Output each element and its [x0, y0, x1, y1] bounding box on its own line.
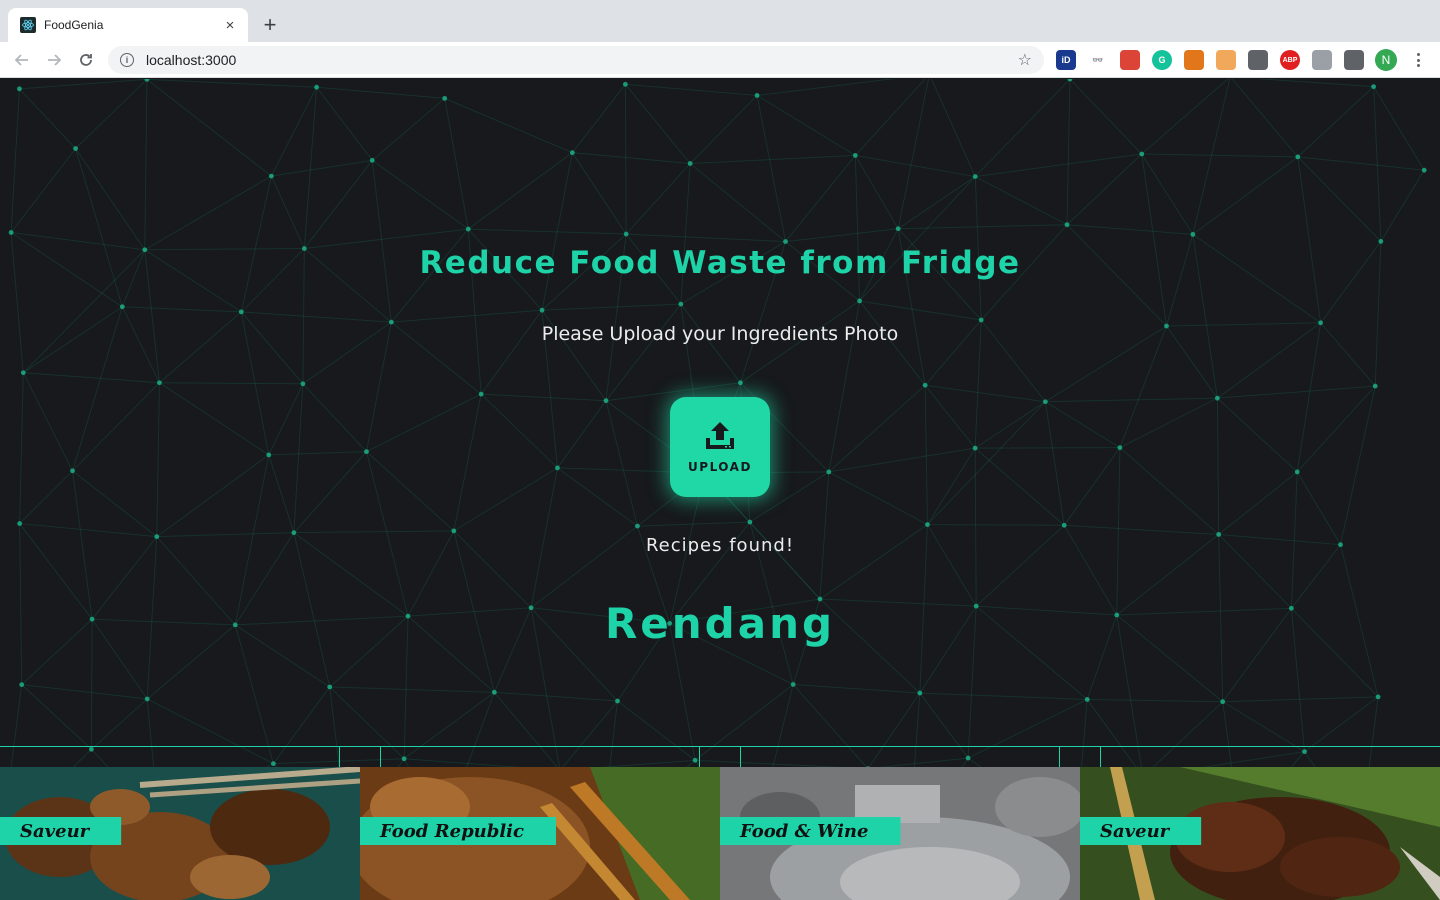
recipe-source-label: Saveur: [20, 820, 90, 842]
page-title: Reduce Food Waste from Fridge: [419, 245, 1021, 281]
recipe-source-tag: Food & Wine: [720, 817, 901, 845]
puzzle-extension-icon[interactable]: [1344, 50, 1364, 70]
divider-tick: [1059, 747, 1060, 767]
browser-tab-bar: FoodGenia × +: [0, 0, 1440, 42]
qr-extension-icon[interactable]: [1248, 50, 1268, 70]
recipe-card[interactable]: Food & Wine: [720, 767, 1080, 900]
recipe-source-label: Saveur: [1100, 820, 1170, 842]
disguise-extension-icon[interactable]: 👓: [1088, 50, 1108, 70]
grammarly-extension-icon[interactable]: G: [1152, 50, 1172, 70]
hero-section: Reduce Food Waste from Fridge Please Upl…: [0, 79, 1440, 746]
box-extension-icon[interactable]: [1216, 50, 1236, 70]
bookmark-star-icon[interactable]: ☆: [1018, 50, 1032, 70]
divider-tick: [380, 747, 381, 767]
browser-toolbar: i localhost:3000 ☆ iD 👓 G ABP N: [0, 42, 1440, 78]
recipes-found-text: Recipes found!: [645, 535, 795, 556]
upload-button-label: UPLOAD: [688, 460, 752, 474]
adblock-extension-icon[interactable]: ABP: [1280, 50, 1300, 70]
close-tab-icon[interactable]: ×: [222, 17, 238, 34]
recipe-source-label: Food & Wine: [740, 820, 869, 842]
divider-tick: [699, 747, 700, 767]
id-extension-icon[interactable]: iD: [1056, 50, 1076, 70]
bike-extension-icon[interactable]: [1312, 50, 1332, 70]
app-page: Reduce Food Waste from Fridge Please Upl…: [0, 79, 1440, 900]
url-text: localhost:3000: [146, 52, 237, 68]
react-favicon-icon: [20, 17, 36, 33]
recipe-name: Rendang: [604, 599, 836, 648]
new-tab-icon[interactable]: +: [258, 12, 282, 37]
upload-button[interactable]: UPLOAD: [670, 397, 770, 497]
metamask-extension-icon[interactable]: [1184, 50, 1204, 70]
tab-title: FoodGenia: [44, 18, 104, 32]
section-divider: [0, 746, 1440, 747]
recipe-card[interactable]: Saveur: [0, 767, 360, 900]
site-info-icon[interactable]: i: [120, 53, 134, 67]
recipe-source-tag: Food Republic: [360, 817, 556, 845]
recipe-source-tag: Saveur: [0, 817, 122, 845]
google-translate-extension-icon[interactable]: [1120, 50, 1140, 70]
recipe-card[interactable]: Saveur: [1080, 767, 1440, 900]
divider-tick: [339, 747, 340, 767]
divider-tick: [1100, 747, 1101, 767]
browser-menu-icon[interactable]: [1410, 50, 1426, 70]
recipe-card-list: Saveur Food Republic Food & Wine Saveur: [0, 767, 1440, 900]
upload-instruction: Please Upload your Ingredients Photo: [541, 323, 899, 345]
forward-arrow-icon[interactable]: [42, 48, 66, 72]
reload-icon[interactable]: [74, 48, 98, 72]
recipe-card[interactable]: Food Republic: [360, 767, 720, 900]
back-arrow-icon[interactable]: [10, 48, 34, 72]
upload-icon: [706, 422, 734, 449]
address-bar[interactable]: i localhost:3000 ☆: [108, 46, 1044, 74]
recipe-source-tag: Saveur: [1080, 817, 1202, 845]
profile-avatar[interactable]: N: [1375, 49, 1397, 71]
browser-tab[interactable]: FoodGenia ×: [8, 8, 248, 42]
recipe-source-label: Food Republic: [380, 820, 524, 842]
divider-tick: [740, 747, 741, 767]
